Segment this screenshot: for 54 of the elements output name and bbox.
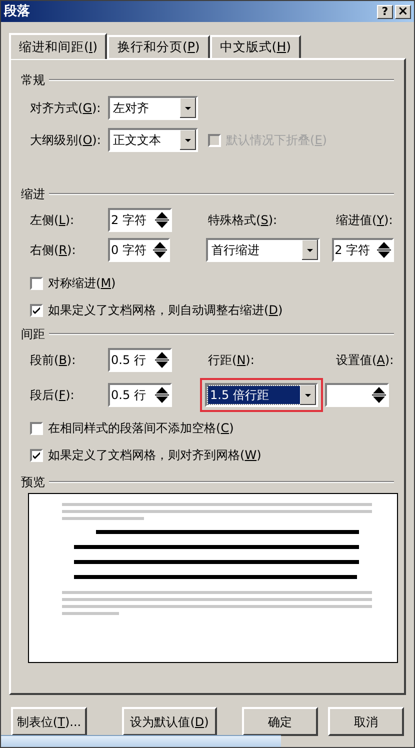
tab[interactable]: 中文版式(H) [210,35,301,58]
field-label: 段后(F): [30,387,76,404]
checkbox-label: 如果定义了文档网格，则对齐到网格(W) [48,447,262,464]
field-label: 对齐方式(G): [30,100,102,117]
dialog-button[interactable]: 制表位(T)... [11,707,87,736]
checkbox-label: 对称缩进(M) [48,275,116,292]
checkbox[interactable] [30,448,43,462]
field-label: 右侧(R): [30,242,77,259]
spin-arrows-icon[interactable] [152,240,168,260]
spin-arrows-icon[interactable] [371,385,387,405]
dialog-button[interactable]: 设为默认值(D) [122,707,217,736]
help-button[interactable]: ? [377,4,393,18]
tab[interactable]: 缩进和间距(I) [9,33,108,59]
field-label: 行距(N): [208,352,256,369]
dropdown-arrow-icon[interactable] [300,385,316,405]
checkbox[interactable] [30,422,43,434]
field-label: 段前(B): [30,352,77,369]
spin-arrows-icon[interactable] [154,210,170,230]
field-label: 大纲级别(O): [30,132,102,149]
dropdown[interactable]: 正文文本 [108,128,198,152]
dialog-button[interactable]: 取消 [328,707,404,736]
section-heading: 间距 [21,326,45,343]
spin-arrows-icon[interactable] [154,350,170,370]
checkbox-label: 在相同样式的段落间不添加空格(C) [48,420,234,437]
field-label: 设置值(A): [336,352,394,369]
section-heading: 预览 [21,474,45,491]
spin-field[interactable]: 0.5 行 [108,383,172,407]
field-label: 左侧(L): [30,212,76,229]
window-title: 段落 [4,2,30,21]
spin-arrows-icon[interactable] [376,240,392,260]
spin-field[interactable] [325,383,389,407]
close-button[interactable]: × [395,4,411,18]
section-heading: 常规 [21,72,45,89]
section-heading: 缩进 [21,186,45,203]
tab[interactable]: 换行和分页(P) [107,35,210,58]
spin-field[interactable]: 2 字符 [332,238,394,262]
checkbox-label: 如果定义了文档网格，则自动调整右缩进(D) [48,302,283,319]
spin-field[interactable]: 0 字符 [108,238,170,262]
dropdown[interactable]: 左对齐 [108,96,198,120]
dropdown[interactable]: 1.5 倍行距 [205,383,318,407]
checkbox[interactable] [30,304,43,316]
check-icon [32,450,41,460]
check-icon [32,306,41,314]
dropdown-arrow-icon[interactable] [302,240,318,260]
spin-arrows-icon[interactable] [154,385,170,405]
dropdown-arrow-icon[interactable] [180,98,196,118]
field-label: 特殊格式(S): [208,212,278,229]
spin-field[interactable]: 2 字符 [108,208,172,232]
spin-field[interactable]: 0.5 行 [108,348,172,372]
checkbox[interactable] [30,276,43,290]
dropdown[interactable]: 首行缩进 [206,238,320,262]
field-label: 缩进值(Y): [336,212,393,229]
dropdown-arrow-icon[interactable] [180,130,196,150]
dialog-button[interactable]: 确定 [242,707,318,736]
